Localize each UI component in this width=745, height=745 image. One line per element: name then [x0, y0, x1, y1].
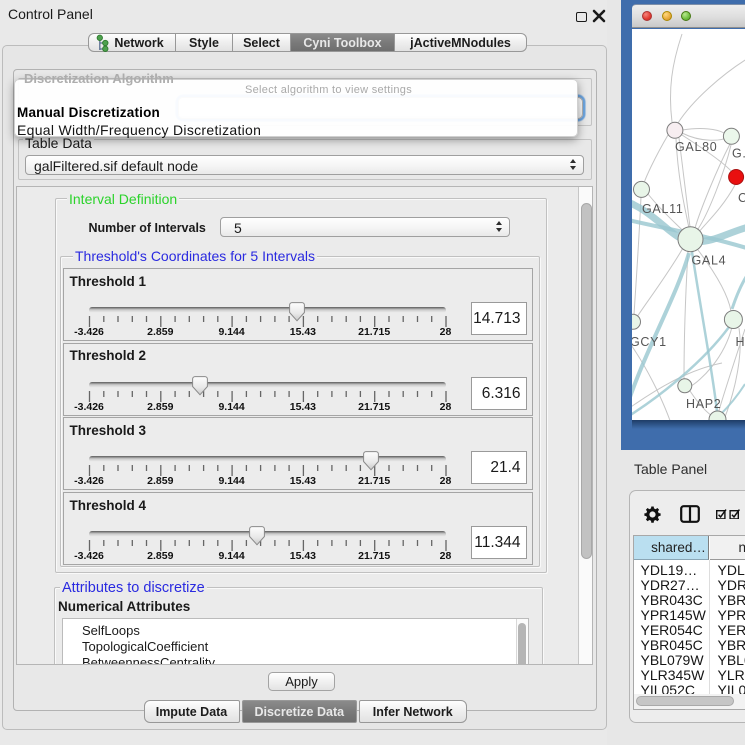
svg-text:H: H	[736, 335, 745, 349]
svg-text:C: C	[738, 191, 745, 205]
svg-text:HAP2: HAP2	[686, 397, 721, 411]
svg-text:GAL80: GAL80	[675, 140, 717, 154]
svg-text:GAL11: GAL11	[642, 202, 684, 216]
svg-text:GCY1: GCY1	[632, 335, 667, 349]
svg-text:GAL4: GAL4	[692, 253, 727, 267]
svg-text:G.: G.	[732, 146, 745, 160]
